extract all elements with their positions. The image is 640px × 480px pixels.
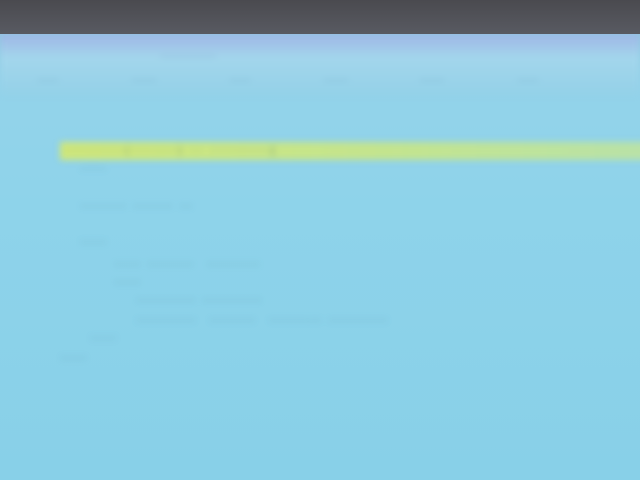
code-line: ········· ········· [136,294,262,307]
code-line: ········· ······· ········ ········· [136,314,388,327]
menu-bar: ······ ······· ······ ······· ······· ··… [0,74,576,87]
code-line: ···· [80,162,107,175]
screen: ················ ······ ······· ······ ·… [0,34,640,480]
code-line: ···· [60,352,87,365]
code-line: ···· [80,236,107,249]
menu-item[interactable]: ······ [0,74,96,87]
code-line: ·········(·······) ·· ·········{ [60,142,640,160]
menu-item[interactable]: ······ [480,74,576,87]
menu-item[interactable]: ······· [96,74,192,87]
menu-item[interactable]: ······· [384,74,480,87]
code-line: ······· ······ ·· [80,200,193,213]
code-line: ···· [114,276,141,289]
window-title: ················ [160,50,216,63]
code-line: ···· ······· ········ [114,258,260,271]
window-header: ················ ······ ······· ······ ·… [0,34,640,94]
menu-item[interactable]: ······· [288,74,384,87]
code-line: ···· [90,332,117,345]
monitor-bezel [0,0,640,38]
menu-item[interactable]: ······ [192,74,288,87]
